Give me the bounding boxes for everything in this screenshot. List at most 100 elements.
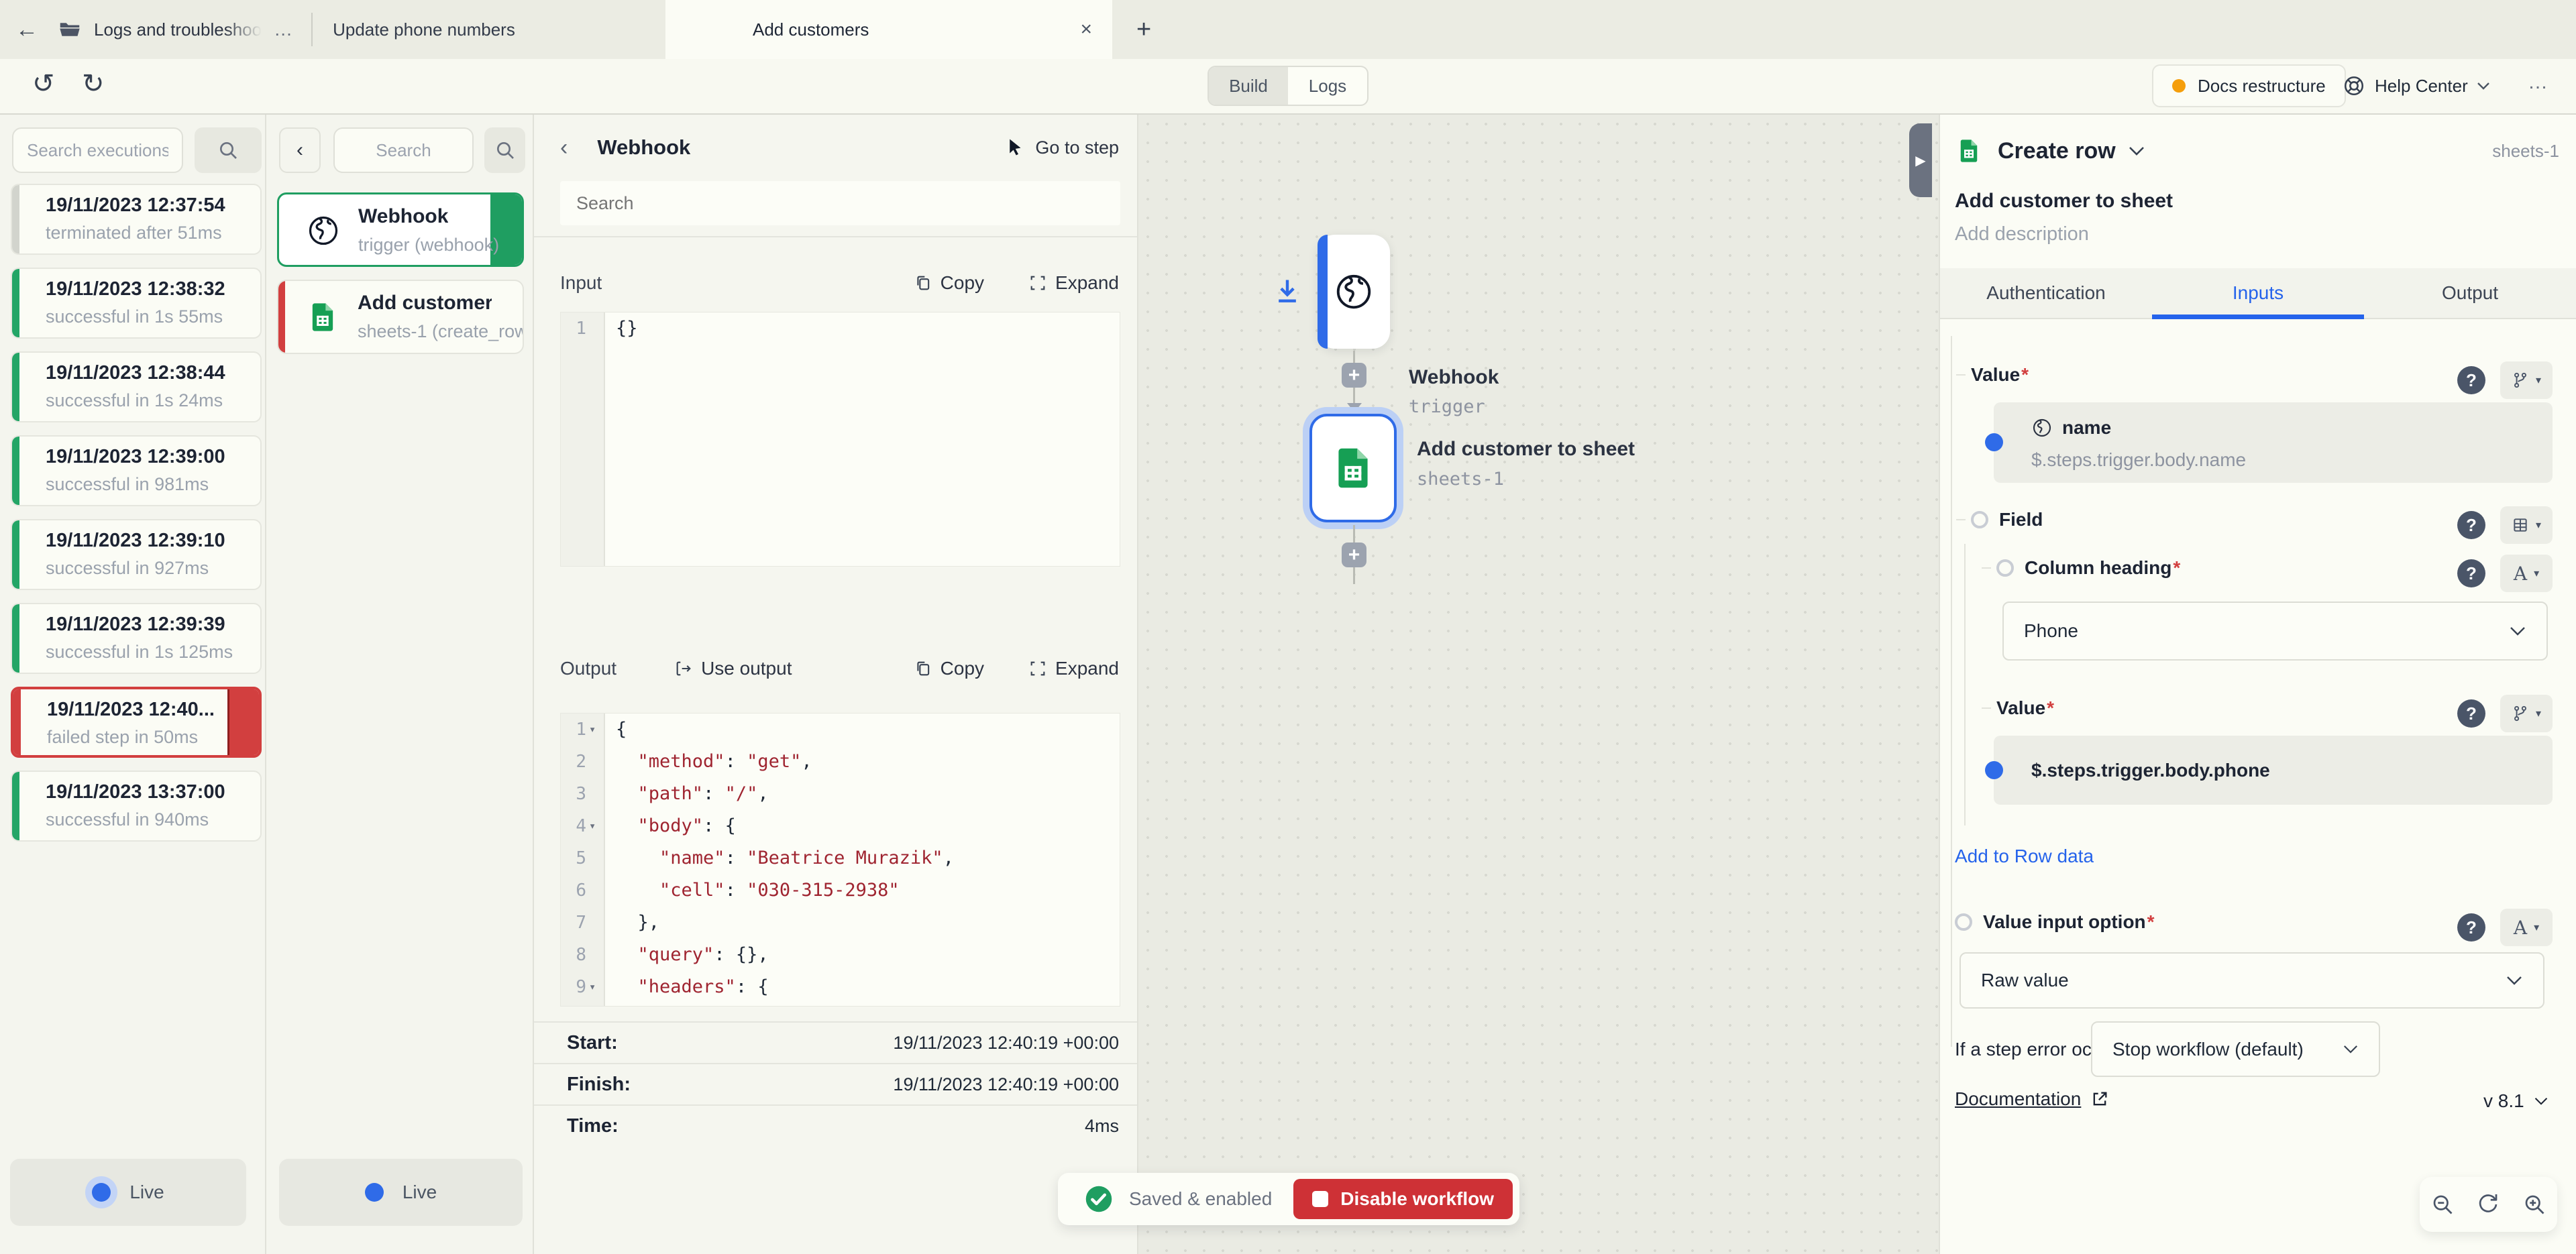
live-toggle-runs[interactable]: Live bbox=[10, 1159, 246, 1226]
value-input-option-type-selector[interactable]: A ▾ bbox=[2500, 909, 2553, 946]
tab-update-phone-numbers[interactable]: Update phone numbers bbox=[313, 0, 558, 59]
fold-caret-icon[interactable]: ▾ bbox=[589, 810, 600, 842]
help-center-button[interactable]: Help Center bbox=[2343, 64, 2491, 107]
back-icon[interactable]: ‹ bbox=[560, 135, 568, 161]
field-type-selector[interactable]: ▾ bbox=[2500, 506, 2553, 544]
redo-button[interactable]: ↻ bbox=[82, 68, 105, 99]
step-list-item[interactable]: Add customer to ... sheets-1 (create_row… bbox=[277, 280, 524, 354]
webhook-globe-icon bbox=[306, 213, 341, 248]
action-selector[interactable]: Create row bbox=[1998, 138, 2116, 164]
search-executions-input[interactable] bbox=[12, 127, 183, 173]
disable-workflow-button[interactable]: Disable workflow bbox=[1293, 1179, 1513, 1219]
step-name[interactable]: Add customer to sheet bbox=[1955, 190, 2173, 213]
help-icon[interactable]: ? bbox=[2457, 511, 2485, 539]
step-list-item[interactable]: Webhook trigger (webhook) bbox=[277, 192, 524, 267]
more-options-button[interactable]: … bbox=[2528, 71, 2550, 94]
copy-output-button[interactable]: Copy bbox=[914, 658, 984, 679]
tab-inputs[interactable]: Inputs bbox=[2152, 268, 2364, 318]
value-input-option-select[interactable]: Raw value bbox=[1960, 952, 2544, 1009]
execution-list-item[interactable]: 19/11/2023 12:37:54 terminated after 51m… bbox=[11, 184, 262, 255]
execution-list-item[interactable]: 19/11/2023 12:39:39 successful in 1s 125… bbox=[11, 603, 262, 674]
blue-dot-icon bbox=[1985, 761, 2003, 779]
input-code-editor[interactable]: 1▾ {} bbox=[560, 312, 1120, 567]
trigger-node[interactable] bbox=[1318, 235, 1390, 349]
nav-back-button[interactable]: ← bbox=[0, 17, 54, 43]
search-executions-button[interactable] bbox=[195, 127, 262, 173]
column-heading-select[interactable]: Phone bbox=[2002, 602, 2548, 661]
execution-list-item[interactable]: 19/11/2023 12:39:00 successful in 981ms bbox=[11, 435, 262, 506]
step-description-placeholder[interactable]: Add description bbox=[1955, 223, 2089, 245]
collapse-steps-button[interactable]: ‹ bbox=[279, 127, 321, 173]
value2-mapped-pill[interactable]: $.steps.trigger.body.phone bbox=[1994, 736, 2553, 805]
radio-icon[interactable] bbox=[1971, 511, 1988, 528]
go-to-step-button[interactable]: Go to step bbox=[1006, 137, 1119, 158]
step-detail-panel: ‹ Webhook Go to step Input Copy Expand 1… bbox=[534, 115, 1138, 1254]
tab-add-customers-active[interactable]: Add customers × bbox=[665, 0, 1112, 59]
use-output-button[interactable]: Use output bbox=[674, 658, 792, 679]
meta-row: Time: 4ms bbox=[534, 1104, 1137, 1146]
line-number: 1 bbox=[576, 312, 586, 345]
undo-button[interactable]: ↺ bbox=[32, 68, 55, 99]
error-behavior-select[interactable]: Stop workflow (default) bbox=[2091, 1021, 2380, 1077]
tree-guide-line bbox=[1951, 336, 1952, 1047]
close-tab-icon[interactable]: × bbox=[1080, 18, 1092, 41]
reset-zoom-icon[interactable] bbox=[2476, 1192, 2500, 1216]
docs-restructure-badge[interactable]: Docs restructure bbox=[2152, 64, 2346, 107]
expand-output-button[interactable]: Expand bbox=[1028, 658, 1119, 679]
help-icon[interactable]: ? bbox=[2457, 913, 2485, 942]
execution-list-item[interactable]: 19/11/2023 13:37:00 successful in 940ms bbox=[11, 771, 262, 842]
execution-timestamp: 19/11/2023 12:37:54 bbox=[46, 194, 225, 217]
search-steps-button[interactable] bbox=[484, 127, 525, 173]
panel-collapse-handle[interactable]: ▶ bbox=[1909, 123, 1932, 197]
column-heading-controls: ? A ▾ bbox=[2457, 555, 2553, 592]
chevron-down-icon bbox=[2343, 1044, 2359, 1054]
sheets-step-node[interactable] bbox=[1309, 414, 1397, 522]
code-text: "path": "/", bbox=[605, 778, 1120, 810]
column-heading-type-selector[interactable]: A ▾ bbox=[2500, 555, 2553, 592]
copy-input-button[interactable]: Copy bbox=[914, 272, 984, 294]
workflow-canvas[interactable]: Webhook trigger + Add customer to sheet … bbox=[1138, 115, 1939, 1254]
divider bbox=[534, 236, 1137, 237]
search-step-data-input[interactable] bbox=[560, 181, 1120, 225]
tab-authentication[interactable]: Authentication bbox=[1940, 268, 2152, 318]
output-code-editor[interactable]: 1▾ { 2▾ "method": "get", 3▾ "path": "/",… bbox=[560, 713, 1120, 1007]
help-icon[interactable]: ? bbox=[2457, 559, 2485, 587]
new-tab-button[interactable]: + bbox=[1136, 0, 1151, 59]
value1-type-selector[interactable]: ▾ bbox=[2500, 361, 2553, 399]
fold-caret-icon[interactable]: ▾ bbox=[589, 714, 600, 746]
execution-list-item[interactable]: 19/11/2023 12:39:10 successful in 927ms bbox=[11, 519, 262, 590]
tab-menu-icon[interactable]: … bbox=[274, 19, 294, 40]
help-icon[interactable]: ? bbox=[2457, 366, 2485, 394]
value-input-option-controls: ? A ▾ bbox=[2457, 909, 2553, 946]
tab-output[interactable]: Output bbox=[2364, 268, 2576, 318]
run-steps-sidebar: ‹ Webhook trigger (webhook) Add customer… bbox=[266, 115, 534, 1254]
fold-caret-icon[interactable]: ▾ bbox=[589, 971, 600, 1003]
search-steps-input[interactable] bbox=[333, 127, 474, 173]
add-step-end-button[interactable]: + bbox=[1342, 543, 1366, 567]
zoom-out-icon[interactable] bbox=[2430, 1192, 2455, 1216]
help-icon[interactable]: ? bbox=[2457, 699, 2485, 728]
execution-list-item[interactable]: 19/11/2023 12:40... failed step in 50ms bbox=[11, 687, 262, 758]
documentation-link[interactable]: Documentation bbox=[1955, 1088, 2109, 1110]
build-tab[interactable]: Build bbox=[1209, 67, 1288, 105]
zoom-in-icon[interactable] bbox=[2522, 1192, 2546, 1216]
code-line: 6▾ "cell": "030-315-2938" bbox=[561, 874, 1120, 907]
add-step-between-button[interactable]: + bbox=[1342, 363, 1366, 388]
radio-icon[interactable] bbox=[1955, 913, 1972, 931]
execution-timestamp: 19/11/2023 13:37:00 bbox=[46, 781, 225, 803]
version-selector[interactable]: v 8.1 bbox=[2483, 1090, 2548, 1112]
value1-mapped-pill[interactable]: name $.steps.trigger.body.name bbox=[1994, 402, 2553, 483]
pill-title: name bbox=[2062, 417, 2111, 439]
expand-input-button[interactable]: Expand bbox=[1028, 272, 1119, 294]
tab-logs-and-troubleshoot[interactable]: Logs and troubleshoo … bbox=[54, 0, 311, 59]
chevron-down-icon[interactable] bbox=[2128, 146, 2145, 156]
radio-icon[interactable] bbox=[1996, 559, 2014, 577]
execution-list-item[interactable]: 19/11/2023 12:38:32 successful in 1s 55m… bbox=[11, 268, 262, 339]
value2-type-selector[interactable]: ▾ bbox=[2500, 695, 2553, 732]
branch-icon bbox=[2512, 372, 2529, 389]
logs-tab[interactable]: Logs bbox=[1288, 67, 1367, 105]
add-to-row-data-link[interactable]: Add to Row data bbox=[1955, 846, 2094, 867]
live-toggle-steps[interactable]: Live bbox=[279, 1159, 523, 1226]
execution-list-item[interactable]: 19/11/2023 12:38:44 successful in 1s 24m… bbox=[11, 351, 262, 422]
workflow-toolbar: ↺ ↻ Build Logs Docs restructure Help Cen… bbox=[0, 59, 2576, 115]
